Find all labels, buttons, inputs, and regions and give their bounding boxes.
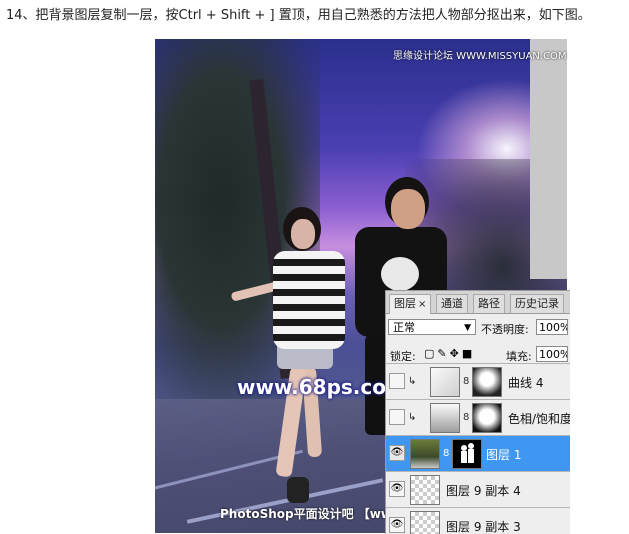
lock-position-icon[interactable]: ✥: [450, 347, 462, 360]
layer-mask-thumbnail[interactable]: [472, 367, 502, 397]
link-icon: 8: [443, 448, 450, 459]
lock-icons: ▢✎✥■: [424, 347, 475, 360]
lock-label: 锁定:: [390, 350, 416, 363]
eye-icon[interactable]: 👁: [389, 445, 405, 461]
tab-label: 图层: [394, 297, 416, 310]
eye-icon[interactable]: 👁: [389, 481, 405, 497]
layer-thumbnail[interactable]: [410, 439, 440, 469]
tab-paths[interactable]: 路径: [473, 294, 505, 313]
blend-mode-value: 正常: [393, 321, 415, 334]
watermark-url: www.68ps.com: [237, 375, 407, 399]
boy-figure: [381, 257, 419, 291]
layer-thumbnail[interactable]: [410, 511, 440, 534]
girl-figure: [291, 219, 315, 249]
tab-channels[interactable]: 通道: [436, 294, 468, 313]
boy-figure: [391, 189, 425, 229]
curves-adjustment-icon: [430, 367, 460, 397]
panel-tabs: 图层 × 通道 路径 历史记录: [386, 291, 570, 314]
clip-arrow-icon: ↳: [408, 412, 417, 423]
link-icon: 8: [463, 412, 470, 423]
link-icon: 8: [463, 376, 470, 387]
fill-label: 填充:: [506, 350, 532, 363]
lock-transparency-icon[interactable]: ▢: [424, 347, 437, 360]
tab-history[interactable]: 历史记录: [510, 294, 564, 313]
layer-name[interactable]: 图层 9 副本 4: [446, 482, 521, 499]
girl-figure: [273, 251, 345, 349]
layer-mask-thumbnail[interactable]: [452, 439, 482, 469]
watermark-top: 思缘设计论坛 WWW.MISSYUAN.COM: [393, 51, 567, 62]
layer-name[interactable]: 色相/饱和度: [508, 410, 570, 427]
layer-mask-thumbnail[interactable]: [472, 403, 502, 433]
hue-saturation-adjustment-icon: [430, 403, 460, 433]
step-caption: 14、把背景图层复制一层，按Ctrl + Shift + ] 置顶，用自己熟悉的…: [6, 8, 591, 23]
chevron-down-icon: ▼: [464, 323, 471, 333]
layer-thumbnail[interactable]: [410, 475, 440, 505]
layer-name[interactable]: 曲线 4: [508, 374, 543, 391]
layer-row-layer1[interactable]: 👁 8 图层 1: [386, 435, 570, 472]
layer-name[interactable]: 图层 9 副本 3: [446, 518, 521, 534]
canvas-edge: [530, 39, 567, 279]
lock-all-icon[interactable]: ■: [462, 347, 475, 360]
opacity-input[interactable]: 100%: [536, 319, 568, 335]
layers-panel: 图层 × 通道 路径 历史记录 正常 ▼ 不透明度: 100% 锁定: ▢✎✥■ …: [385, 290, 570, 534]
visibility-toggle[interactable]: [389, 409, 405, 425]
girl-figure: [287, 477, 309, 503]
close-icon[interactable]: ×: [418, 299, 426, 310]
layer-row-curves[interactable]: ↳ 8 曲线 4: [386, 363, 570, 400]
opacity-label: 不透明度:: [481, 323, 529, 336]
blend-mode-select[interactable]: 正常 ▼: [388, 319, 476, 335]
tab-layers[interactable]: 图层 ×: [389, 294, 432, 314]
clip-arrow-icon: ↳: [408, 376, 417, 387]
lock-pixels-icon[interactable]: ✎: [437, 347, 449, 360]
fill-input[interactable]: 100%: [536, 346, 568, 362]
layer-row-layer9-copy3[interactable]: 👁 图层 9 副本 3: [386, 507, 570, 534]
layer-name[interactable]: 图层 1: [486, 446, 521, 463]
visibility-toggle[interactable]: [389, 373, 405, 389]
eye-icon[interactable]: 👁: [389, 517, 405, 533]
layer-row-layer9-copy4[interactable]: 👁 图层 9 副本 4: [386, 471, 570, 508]
mask-silhouette: [461, 443, 474, 463]
layer-row-hue-saturation[interactable]: ↳ 8 色相/饱和度: [386, 399, 570, 436]
